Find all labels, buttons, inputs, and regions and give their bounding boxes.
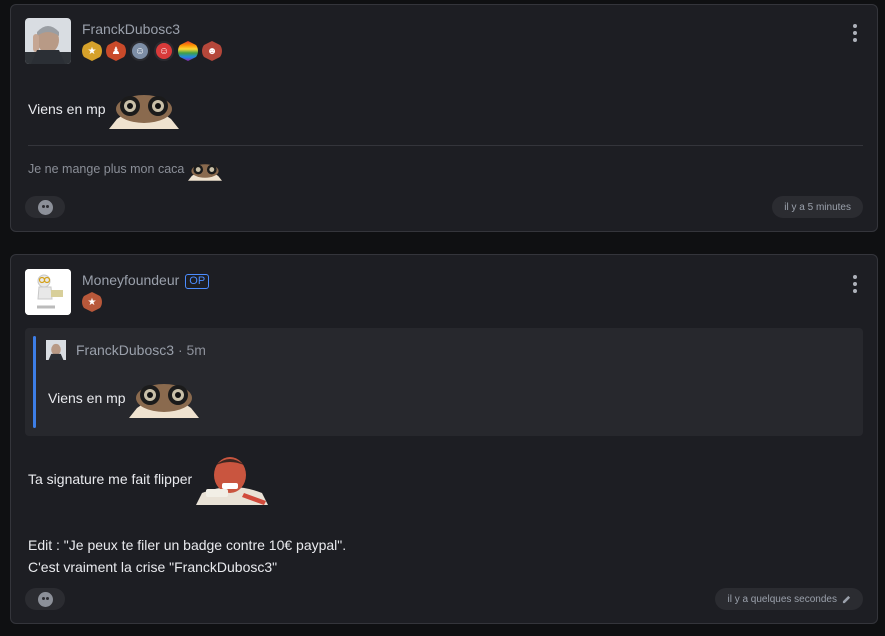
post-card: Moneyfoundeur OP ★ FranckDubosc3 · 5m Vie…	[10, 254, 878, 624]
timestamp-text: il y a quelques secondes	[727, 593, 837, 605]
timestamp[interactable]: il y a 5 minutes	[772, 196, 863, 218]
signature: Je ne mange plus mon caca	[28, 157, 222, 181]
post-message: Viens en mp	[28, 89, 180, 129]
mask-badge-icon[interactable]: ☻	[202, 41, 222, 61]
reaction-button[interactable]	[25, 588, 65, 610]
emoji-reaction-icon	[37, 591, 53, 607]
quote-age: 5m	[186, 342, 206, 358]
more-options-icon[interactable]	[853, 24, 857, 42]
laughing-man-sticker-icon	[196, 457, 269, 505]
more-options-icon[interactable]	[853, 275, 857, 293]
quote-bar	[33, 336, 36, 428]
message-line: C'est vraiment la crise "FranckDubosc3"	[28, 559, 278, 575]
reaction-button[interactable]	[25, 196, 65, 218]
signature-text: Je ne mange plus mon caca	[28, 162, 185, 176]
quote-avatar[interactable]	[46, 340, 66, 360]
message-line: Ta signature me fait flipper	[28, 471, 193, 487]
post-message: Ta signature me fait flipper	[28, 453, 269, 505]
timestamp-text: il y a 5 minutes	[784, 201, 851, 213]
post-card: FranckDubosc3 ★ ♟ ☺ ☺ ☻ Viens en mp Je n…	[10, 4, 878, 232]
message-line: Edit : "Je peux te filer un badge contre…	[28, 537, 347, 553]
quoted-post: FranckDubosc3 · 5m Viens en mp	[25, 328, 863, 436]
rainbow-badge-icon[interactable]	[178, 41, 198, 61]
signature-divider	[28, 145, 863, 146]
quote-header: FranckDubosc3 · 5m	[76, 342, 206, 358]
avatar[interactable]	[25, 269, 71, 315]
star-badge-icon[interactable]: ★	[82, 292, 102, 312]
character-badge-icon[interactable]: ♟	[106, 41, 126, 61]
username[interactable]: FranckDubosc3	[82, 21, 180, 37]
op-tag: OP	[185, 274, 210, 289]
pencil-icon	[842, 595, 851, 603]
username[interactable]: Moneyfoundeur OP	[82, 272, 210, 289]
badge-list: ★ ♟ ☺ ☺ ☻	[82, 41, 222, 61]
portrait-badge-icon[interactable]: ☺	[130, 41, 150, 61]
quote-message-text: Viens en mp	[48, 390, 126, 406]
badge-list: ★	[82, 292, 102, 312]
emoji-reaction-icon	[37, 199, 53, 215]
quote-username[interactable]: FranckDubosc3	[76, 342, 174, 358]
timestamp[interactable]: il y a quelques secondes	[715, 588, 863, 610]
avatar[interactable]	[25, 18, 71, 64]
owl-sticker-icon	[129, 384, 200, 418]
quote-separator: ·	[177, 342, 183, 358]
message-text: Viens en mp	[28, 101, 106, 117]
quote-message: Viens en mp	[48, 378, 200, 418]
post-message-edit: Edit : "Je peux te filer un badge contre…	[28, 534, 346, 578]
username-text[interactable]: Moneyfoundeur	[82, 272, 179, 288]
red-ring-badge-icon[interactable]: ☺	[154, 41, 174, 61]
owl-sticker-icon	[109, 95, 180, 129]
star-badge-icon[interactable]: ★	[82, 41, 102, 61]
owl-sticker-small-icon	[187, 164, 222, 181]
